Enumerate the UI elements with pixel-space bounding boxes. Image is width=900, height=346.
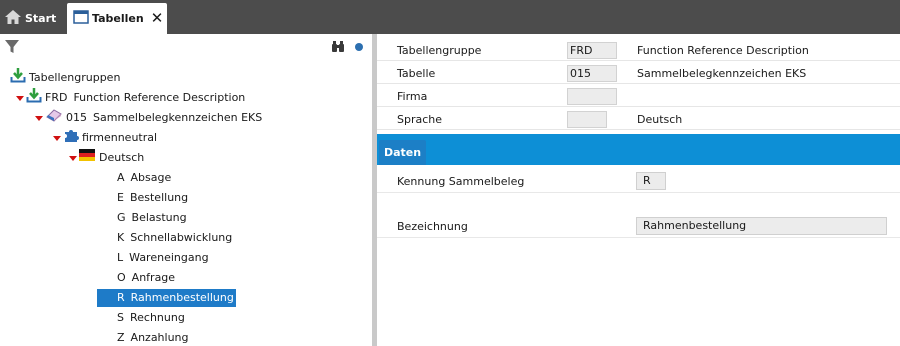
entry-code: K (117, 231, 125, 244)
header-row-tabelle: Tabelle 015 Sammelbelegkennzeichen EKS (377, 62, 900, 84)
entry-label: Belastung (131, 211, 187, 224)
kennung-sammelbeleg-field[interactable]: R (636, 172, 666, 190)
entry-code: S (117, 311, 124, 324)
expanded-arrow-icon[interactable] (53, 135, 61, 141)
binoculars-icon[interactable] (331, 40, 345, 56)
entry-label: Anzahlung (130, 331, 189, 344)
expanded-arrow-icon[interactable] (69, 155, 77, 161)
entry-label: Rechnung (129, 311, 185, 324)
tab-tabellen[interactable]: Tabellen ✕ (67, 3, 167, 34)
header-row-sprache: Sprache Deutsch (377, 108, 900, 130)
status-dot-icon[interactable] (355, 43, 363, 51)
tree-leaf-rahmenbestellung[interactable]: R Rahmenbestellung (97, 289, 236, 307)
detail-panel: Tabellengruppe FRD Function Reference De… (377, 34, 900, 346)
field-description: Deutsch (637, 113, 683, 126)
tree-node-company[interactable]: firmenneutral (53, 129, 157, 147)
tree-node-label: Function Reference Description (73, 91, 246, 104)
field-label: Bezeichnung (397, 220, 468, 233)
home-icon (4, 9, 22, 28)
tree-leaf-belastung[interactable]: G Belastung (115, 209, 187, 227)
tree-node-label: Deutsch (99, 151, 145, 164)
firma-field[interactable] (567, 88, 617, 105)
field-label: Tabelle (397, 67, 436, 80)
entry-label: Schnellabwicklung (130, 231, 233, 244)
tree-node-label: Sammelbelegkennzeichen EKS (93, 111, 263, 124)
top-tab-bar: Start Tabellen ✕ (0, 0, 900, 34)
entry-code: G (117, 211, 126, 224)
header-row-firma: Firma (377, 85, 900, 107)
tree-node-table[interactable]: 015 Sammelbelegkennzeichen EKS (35, 109, 262, 127)
tree-node-code: FRD (45, 91, 68, 104)
tab-start[interactable]: Start (4, 3, 62, 34)
entry-label: Rahmenbestellung (130, 291, 234, 304)
puzzle-icon (63, 127, 79, 149)
entry-code: O (117, 271, 126, 284)
german-flag-icon (79, 149, 95, 167)
tree-node-group[interactable]: FRD Function Reference Description (16, 87, 246, 109)
field-row-kennung: Kennung Sammelbeleg R (377, 169, 900, 193)
entry-code: A (117, 171, 125, 184)
close-icon[interactable]: ✕ (151, 11, 164, 26)
entry-code: L (117, 251, 124, 264)
download-icon (10, 67, 26, 89)
tree-leaf-bestellung[interactable]: E Bestellung (115, 189, 188, 207)
bezeichnung-field[interactable]: Rahmenbestellung (636, 217, 887, 235)
expanded-arrow-icon[interactable] (35, 115, 43, 121)
section-tab-bar: Daten (377, 134, 900, 165)
header-row-tabellengruppe: Tabellengruppe FRD Function Reference De… (377, 39, 900, 61)
entry-code: Z (117, 331, 125, 344)
entry-code: R (117, 291, 125, 304)
tabelle-field[interactable]: 015 (567, 65, 617, 82)
tree-node-label: firmenneutral (82, 131, 158, 144)
tree-leaf-anfrage[interactable]: O Anfrage (115, 269, 175, 287)
download-icon (26, 87, 42, 109)
field-label: Firma (397, 90, 428, 103)
daten-section: Kennung Sammelbeleg R Bezeichnung Rahmen… (377, 165, 900, 346)
entry-label: Absage (130, 171, 172, 184)
tree-leaf-anzahlung[interactable]: Z Anzahlung (115, 329, 189, 346)
tree-node-code: 015 (66, 111, 87, 124)
tab-start-label: Start (25, 12, 57, 25)
tree-node-root[interactable]: Tabellengruppen (10, 67, 121, 89)
eraser-icon (45, 108, 63, 128)
expanded-arrow-icon[interactable] (16, 95, 24, 101)
tree-leaf-absage[interactable]: A Absage (115, 169, 171, 187)
entry-label: Bestellung (129, 191, 189, 204)
table-window-icon (73, 10, 89, 27)
field-row-bezeichnung: Bezeichnung Rahmenbestellung (377, 214, 900, 238)
filter-icon[interactable] (4, 39, 20, 58)
field-description: Function Reference Description (637, 44, 809, 57)
tabellengruppe-field[interactable]: FRD (567, 42, 617, 59)
tree-leaf-schnellabwicklung[interactable]: K Schnellabwicklung (115, 229, 232, 247)
sprache-field[interactable] (567, 111, 607, 128)
field-description: Sammelbelegkennzeichen EKS (637, 67, 807, 80)
field-label: Sprache (397, 113, 443, 126)
tree-toolbar (0, 34, 372, 60)
entry-label: Wareneingang (129, 251, 209, 264)
tab-daten[interactable]: Daten (379, 140, 426, 165)
tree-leaf-wareneingang[interactable]: L Wareneingang (115, 249, 209, 267)
tree-panel: Tabellengruppen FRD Function Reference D… (0, 34, 372, 346)
tree-node-language[interactable]: Deutsch (69, 149, 144, 167)
entry-label: Anfrage (131, 271, 176, 284)
tree-leaf-rechnung[interactable]: S Rechnung (115, 309, 185, 327)
tab-tabellen-label: Tabellen (92, 12, 144, 25)
tree-node-label: Tabellengruppen (29, 71, 121, 84)
field-label: Kennung Sammelbeleg (397, 175, 525, 188)
entry-code: E (117, 191, 124, 204)
field-label: Tabellengruppe (397, 44, 482, 57)
